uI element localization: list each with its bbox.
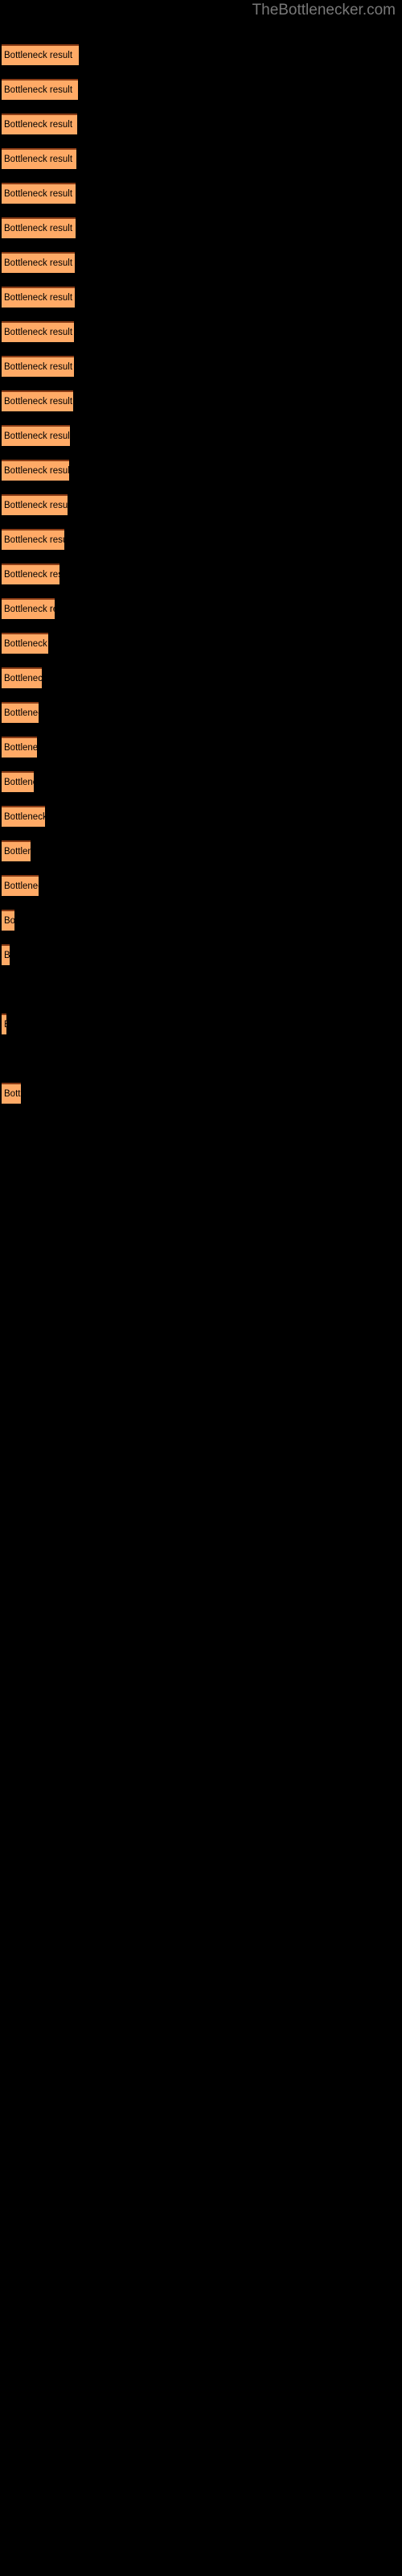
bar-row: Bottleneck result [0,1013,402,1048]
bar-label: Bottleneck result [4,155,73,164]
bar-26[interactable]: Bottleneck result [2,910,14,931]
bar-23[interactable]: Bottleneck result [2,806,45,827]
bar-2[interactable]: Bottleneck result [2,79,78,100]
bar-label: Bottleneck result [4,743,37,753]
bar-row: Bottleneck result [0,1083,402,1117]
bar-label: Bottleneck result [4,1018,6,1031]
bar-label: Bottleneck result [4,258,73,268]
bar-16[interactable]: Bottleneck result [2,564,59,584]
bar-row: Bottleneck result [0,425,402,460]
bar-label: Bottleneck result [4,431,70,441]
bar-label: Bottleneck result [4,847,31,857]
bar-label: Bottleneck result [4,224,73,233]
bar-10[interactable]: Bottleneck result [2,356,74,377]
bar-5[interactable]: Bottleneck result [2,183,76,204]
bar-label: Bottleneck result [4,639,48,649]
bar-series-layer: Bottleneck result Bottleneck result Bottle… [0,0,402,2576]
bar-row: Bottleneck result [0,840,402,875]
bar-label: Bottleneck result [4,674,42,683]
bar-label: Bottleneck result [4,362,73,372]
bar-row: Bottleneck result [0,494,402,529]
bar-row: Bottleneck result [0,460,402,494]
bar-label: Bottleneck result [4,120,73,130]
bar-label: Bottleneck result [4,51,73,60]
bar-label: Bottleneck result [4,397,73,407]
bar-label: Bottleneck result [4,812,45,822]
bar-25[interactable]: Bottleneck result [2,875,39,896]
bar-29[interactable]: Bottleneck result [2,1013,6,1034]
bar-row: Bottleneck result [0,737,402,771]
bar-label: Bottleneck result [4,1089,21,1099]
bar-label: Bottleneck result [4,881,39,891]
bar-row: Bottleneck result [0,217,402,252]
bar-label: Bottleneck result [4,708,39,718]
bar-14[interactable]: Bottleneck result [2,494,68,515]
bar-row: Bottleneck result [0,148,402,183]
bar-27[interactable]: Bottleneck result [2,944,10,965]
bar-6[interactable]: Bottleneck result [2,217,76,238]
bar-label: Bottleneck result [4,778,34,787]
bar-row: Bottleneck result [0,702,402,737]
bar-11[interactable]: Bottleneck result [2,390,73,411]
bar-row: Bottleneck result [0,287,402,321]
bar-row: Bottleneck result [0,321,402,356]
bar-row: Bottleneck result [0,875,402,910]
bar-row: Bottleneck result [0,944,402,979]
bar-9[interactable]: Bottleneck result [2,321,74,342]
bar-1[interactable]: Bottleneck result [2,44,79,65]
bar-row: Bottleneck result [0,44,402,79]
bar-label: Bottleneck result [4,328,73,337]
bar-row: Bottleneck result [0,633,402,667]
bar-12[interactable]: Bottleneck result [2,425,70,446]
bar-row: Bottleneck result [0,667,402,702]
bar-row: Bottleneck result [0,356,402,390]
bar-label: Bottleneck result [4,501,68,510]
bar-row: Bottleneck result [0,183,402,217]
bar-label: Bottleneck result [4,535,64,545]
bar-3[interactable]: Bottleneck result [2,114,77,134]
bar-row: Bottleneck result [0,910,402,944]
bar-4[interactable]: Bottleneck result [2,148,76,169]
bar-13[interactable]: Bottleneck result [2,460,69,481]
bar-15[interactable]: Bottleneck result [2,529,64,550]
bar-8[interactable]: Bottleneck result [2,287,75,308]
bar-row: Bottleneck result [0,114,402,148]
bar-label: Bottleneck result [4,951,10,960]
bar-label: Bottleneck result [4,570,59,580]
bar-17[interactable]: Bottleneck result [2,598,55,619]
bar-label: Bottleneck result [4,189,73,199]
bar-20[interactable]: Bottleneck result [2,702,39,723]
bar-label: Bottleneck result [4,466,69,476]
bar-row: Bottleneck result [0,598,402,633]
bar-7[interactable]: Bottleneck result [2,252,75,273]
bar-22[interactable]: Bottleneck result [2,771,34,792]
bar-label: Bottleneck result [4,293,73,303]
bar-row: Bottleneck result [0,390,402,425]
bar-row [0,979,402,1013]
bar-31[interactable]: Bottleneck result [2,1083,21,1104]
bar-row: Bottleneck result [0,806,402,840]
bar-label: Bottleneck result [4,916,14,926]
bar-label: Bottleneck result [4,605,55,614]
bar-row: Bottleneck result [0,771,402,806]
bottleneck-bar-chart: TheBottlenecker.com Bottleneck result Bot… [0,0,402,2576]
bar-row: Bottleneck result [0,564,402,598]
bar-24[interactable]: Bottleneck result [2,840,31,861]
bar-label: Bottleneck result [4,85,73,95]
bar-row: Bottleneck result [0,252,402,287]
bar-19[interactable]: Bottleneck result [2,667,42,688]
bar-18[interactable]: Bottleneck result [2,633,48,654]
bar-row [0,1048,402,1083]
bar-row: Bottleneck result [0,529,402,564]
bar-21[interactable]: Bottleneck result [2,737,37,758]
bar-row: Bottleneck result [0,79,402,114]
